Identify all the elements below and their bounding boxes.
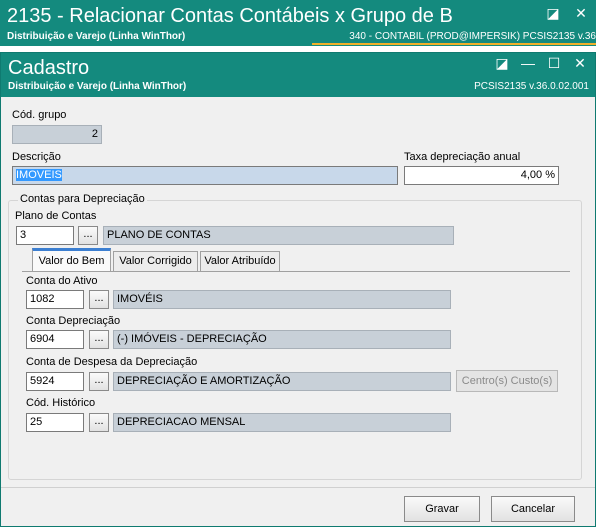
conta-ativo-desc-field: IMOVÉIS xyxy=(113,290,451,309)
plano-contas-desc-field: PLANO DE CONTAS xyxy=(103,226,454,245)
app-title: 2135 - Relacionar Contas Contábeis x Gru… xyxy=(7,5,453,27)
gravar-button[interactable]: Gravar xyxy=(404,496,480,522)
plano-contas-code-input[interactable]: 3 xyxy=(16,226,74,245)
conta-depreciacao-label: Conta Depreciação xyxy=(26,315,121,327)
contas-depreciacao-legend: Contas para Depreciação xyxy=(18,193,147,205)
header-accent-line xyxy=(312,43,596,45)
conta-depreciacao-code-input[interactable]: 6904 xyxy=(26,330,84,349)
conta-despesa-code-input[interactable]: 5924 xyxy=(26,372,84,391)
maximize-icon[interactable]: ☐ xyxy=(547,55,561,71)
tab-valor-atribuido[interactable]: Valor Atribuído xyxy=(200,251,280,271)
cod-historico-search-button[interactable]: ... xyxy=(89,413,109,432)
close-icon[interactable]: ✕ xyxy=(574,5,588,21)
cod-historico-label: Cód. Histórico xyxy=(26,397,96,409)
plano-contas-search-button[interactable]: ... xyxy=(78,226,98,245)
tab-divider xyxy=(22,271,570,272)
app-connection-info: 340 - CONTABIL (PROD@IMPERSIK) PCSIS2135… xyxy=(349,31,596,42)
dialog-header: Cadastro Distribuição e Varejo (Linha Wi… xyxy=(1,53,595,97)
app-header: 2135 - Relacionar Contas Contábeis x Gru… xyxy=(0,0,596,46)
minimize-icon[interactable]: — xyxy=(521,55,535,71)
tab-strip: Valor do Bem Valor Corrigido Valor Atrib… xyxy=(22,248,570,272)
restore-icon[interactable]: ◪ xyxy=(495,55,509,71)
plano-contas-label: Plano de Contas xyxy=(15,210,97,222)
cod-grupo-label: Cód. grupo xyxy=(12,109,67,121)
app-subtitle: Distribuição e Varejo (Linha WinThor) xyxy=(7,31,186,42)
conta-ativo-search-button[interactable]: ... xyxy=(89,290,109,309)
conta-ativo-code-input[interactable]: 1082 xyxy=(26,290,84,309)
cadastro-dialog: Cadastro Distribuição e Varejo (Linha Wi… xyxy=(0,52,596,527)
conta-ativo-label: Conta do Ativo xyxy=(26,275,98,287)
tab-valor-do-bem[interactable]: Valor do Bem xyxy=(32,248,111,272)
conta-depreciacao-desc-field: (-) IMÓVEIS - DEPRECIAÇÃO xyxy=(113,330,451,349)
dialog-window-controls: ◪ — ☐ ✕ xyxy=(495,55,587,71)
tab-valor-corrigido[interactable]: Valor Corrigido xyxy=(113,251,198,271)
conta-despesa-label: Conta de Despesa da Depreciação xyxy=(26,356,198,368)
cod-historico-desc-field: DEPRECIACAO MENSAL xyxy=(113,413,451,432)
restore-icon[interactable]: ◪ xyxy=(546,5,560,21)
footer-divider xyxy=(1,487,595,488)
dialog-version: PCSIS2135 v.36.0.02.001 xyxy=(474,81,589,92)
descricao-input[interactable]: IMOVEIS xyxy=(12,166,398,185)
taxa-input[interactable]: 4,00 % xyxy=(404,166,559,185)
app-window-controls: ◪ ✕ xyxy=(546,5,588,21)
conta-despesa-search-button[interactable]: ... xyxy=(89,372,109,391)
cancelar-button[interactable]: Cancelar xyxy=(491,496,575,522)
conta-despesa-desc-field: DEPRECIAÇÃO E AMORTIZAÇÃO xyxy=(113,372,451,391)
conta-depreciacao-search-button[interactable]: ... xyxy=(89,330,109,349)
descricao-label: Descrição xyxy=(12,151,61,163)
cod-grupo-field: 2 xyxy=(12,125,102,144)
dialog-subtitle: Distribuição e Varejo (Linha WinThor) xyxy=(8,81,187,92)
close-icon[interactable]: ✕ xyxy=(573,55,587,71)
centro-custo-button[interactable]: Centro(s) Custo(s) xyxy=(456,370,558,392)
descricao-value: IMOVEIS xyxy=(16,169,62,181)
dialog-title: Cadastro xyxy=(8,57,90,79)
taxa-label: Taxa depreciação anual xyxy=(404,151,521,163)
cod-historico-code-input[interactable]: 25 xyxy=(26,413,84,432)
